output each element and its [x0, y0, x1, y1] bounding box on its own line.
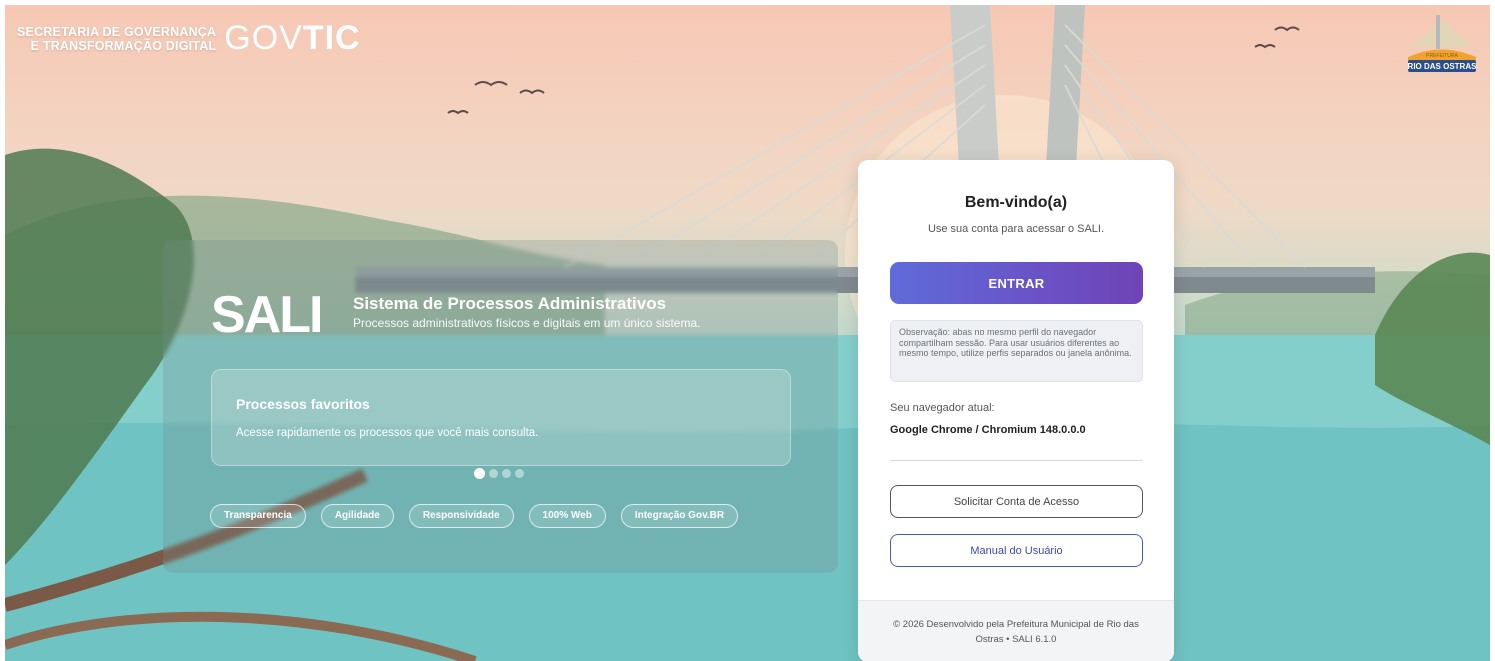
session-note: Observação: abas no mesmo perfil do nave… [890, 320, 1143, 382]
city-badge-name: RIO DAS OSTRAS [1408, 62, 1478, 71]
carousel-dot[interactable] [489, 469, 498, 478]
login-title: Bem-vindo(a) [964, 194, 1068, 211]
browser-label: Seu navegador atual: [890, 402, 995, 414]
login-subtitle: Use sua conta para acessar o SALI. [927, 223, 1105, 235]
divider [890, 460, 1143, 461]
carousel-card: Processos favoritos Acesse rapidamente o… [211, 369, 791, 466]
tag-agilidade: Agilidade [320, 504, 394, 528]
tag-100-web: 100% Web [528, 504, 606, 528]
carousel-dot[interactable] [515, 469, 524, 478]
login-card: Bem-vindo(a) Use sua conta para acessar … [858, 160, 1174, 661]
user-manual-button[interactable]: Manual do Usuário [890, 534, 1143, 567]
secretariat-name: SECRETARIA DE GOVERNANÇA E TRANSFORMAÇÃO… [17, 25, 216, 53]
secretariat-line-1: SECRETARIA DE GOVERNANÇA [17, 24, 217, 39]
login-footer: © 2026 Desenvolvido pela Prefeitura Muni… [858, 600, 1174, 661]
carousel-indicators [474, 468, 524, 479]
carousel-dot[interactable] [502, 469, 511, 478]
tag-responsividade: Responsividade [408, 504, 514, 528]
govtic-logo-suffix: TIC [302, 19, 361, 57]
sali-header: SALI Sistema de Processos Administrativo… [211, 286, 700, 338]
carousel-heading: Processos favoritos [236, 396, 370, 412]
system-subtitle: Processos administrativos físicos e digi… [353, 316, 701, 330]
rio-das-ostras-logo: PREFEITURA RIO DAS OSTRAS [1408, 15, 1478, 72]
city-badge-small-text: PREFEITURA [1426, 53, 1458, 59]
sali-logo: SALI [211, 286, 323, 338]
govtic-branding: SECRETARIA DE GOVERNANÇA E TRANSFORMAÇÃO… [17, 19, 361, 58]
system-title: Sistema de Processos Administrativos [353, 294, 667, 313]
request-account-button[interactable]: Solicitar Conta de Acesso [890, 485, 1143, 518]
tag-transparencia: Transparencia [210, 504, 306, 528]
enter-button[interactable]: ENTRAR [890, 262, 1143, 304]
govtic-logo: GOVTIC [224, 19, 360, 58]
browser-value: Google Chrome / Chromium 148.0.0.0 [890, 424, 1086, 436]
background-scene: SECRETARIA DE GOVERNANÇA E TRANSFORMAÇÃO… [5, 5, 1490, 661]
feature-tags: Transparencia Agilidade Responsividade 1… [210, 504, 739, 528]
carousel-text: Acesse rapidamente os processos que você… [236, 427, 539, 439]
secretariat-line-2: E TRANSFORMAÇÃO DIGITAL [30, 38, 217, 53]
sali-title-block: Sistema de Processos Administrativos Pro… [353, 294, 700, 330]
govtic-logo-prefix: GOV [224, 19, 303, 57]
hero-panel: SALI Sistema de Processos Administrativo… [163, 240, 838, 573]
tag-integracao-govbr: Integração Gov.BR [620, 504, 739, 528]
carousel-dot[interactable] [474, 468, 485, 479]
sali-logo-text: SALI [211, 286, 321, 338]
